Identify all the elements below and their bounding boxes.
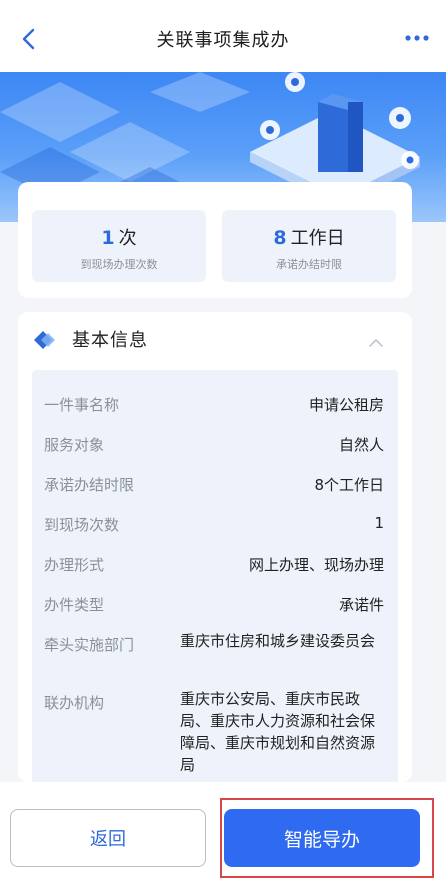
chevron-up-icon[interactable] (366, 336, 386, 350)
info-value: 重庆市公安局、重庆市民政局、重庆市人力资源和社会保障局、重庆市规划和自然资源局 (180, 690, 376, 774)
stat-visits-value: 1次 (101, 227, 137, 249)
info-value: 网上办理、现场办理 (248, 556, 384, 574)
info-label: 服务对象 (44, 436, 105, 454)
stat-deadline: 8 工作日 承诺办结时限 (222, 210, 396, 282)
info-label: 办理形式 (44, 556, 105, 574)
info-label: 承诺办结时限 (44, 476, 135, 494)
stat-deadline-value: 8 工作日 (273, 227, 345, 249)
bottom-action-bar: 返回 智能导办 (0, 782, 446, 881)
info-list: 一件事名称 申请公租房 服务对象 自然人 承诺办结时限 8个工作日 到现场次数 … (32, 370, 398, 782)
stat-visits: 1次 到现场办理次数 (32, 210, 206, 282)
more-button[interactable] (402, 26, 432, 50)
stats-card: 1次 到现场办理次数 8 工作日 承诺办结时限 (18, 182, 412, 298)
back-text-button[interactable]: 返回 (10, 809, 206, 867)
info-value: 承诺件 (338, 596, 384, 614)
section-title: 基本信息 (72, 330, 148, 351)
info-value: 自然人 (338, 436, 384, 454)
page-title: 关联事项集成办 (156, 30, 290, 51)
info-label: 办件类型 (44, 596, 105, 614)
info-label: 一件事名称 (44, 396, 120, 414)
info-value: 8个工作日 (314, 476, 384, 494)
top-nav-bar: 关联事项集成办 (0, 0, 446, 72)
more-dots-icon (405, 35, 429, 41)
diamond-icon (34, 331, 55, 349)
info-label: 到现场次数 (44, 516, 120, 534)
basic-info-header[interactable]: 基本信息 (18, 312, 412, 368)
info-label: 牵头实施部门 (44, 636, 135, 654)
info-value: 1 (374, 514, 384, 532)
stat-visits-label: 到现场办理次数 (80, 258, 158, 271)
info-value: 重庆市住房和城乡建设委员会 (180, 632, 376, 650)
stat-deadline-label: 承诺办结时限 (276, 258, 342, 271)
info-value: 申请公租房 (308, 396, 384, 414)
smart-guide-button[interactable]: 智能导办 (224, 809, 420, 867)
basic-info-card: 基本信息 一件事名称 申请公租房 服务对象 自然人 承诺办结时限 8个工作日 到… (18, 312, 412, 782)
info-label: 联办机构 (44, 694, 105, 712)
